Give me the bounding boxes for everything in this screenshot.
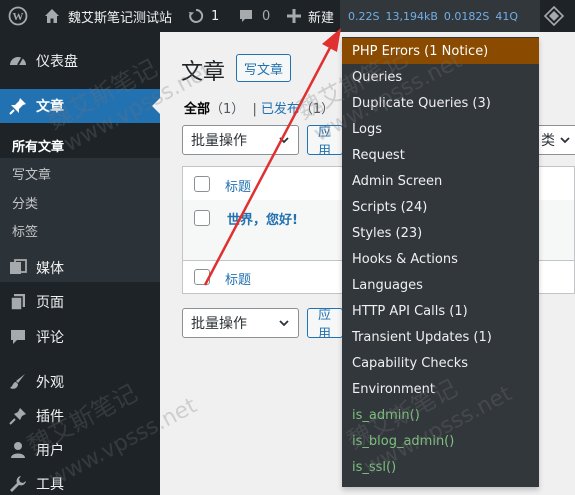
annotation-arrow-icon xyxy=(203,28,341,286)
